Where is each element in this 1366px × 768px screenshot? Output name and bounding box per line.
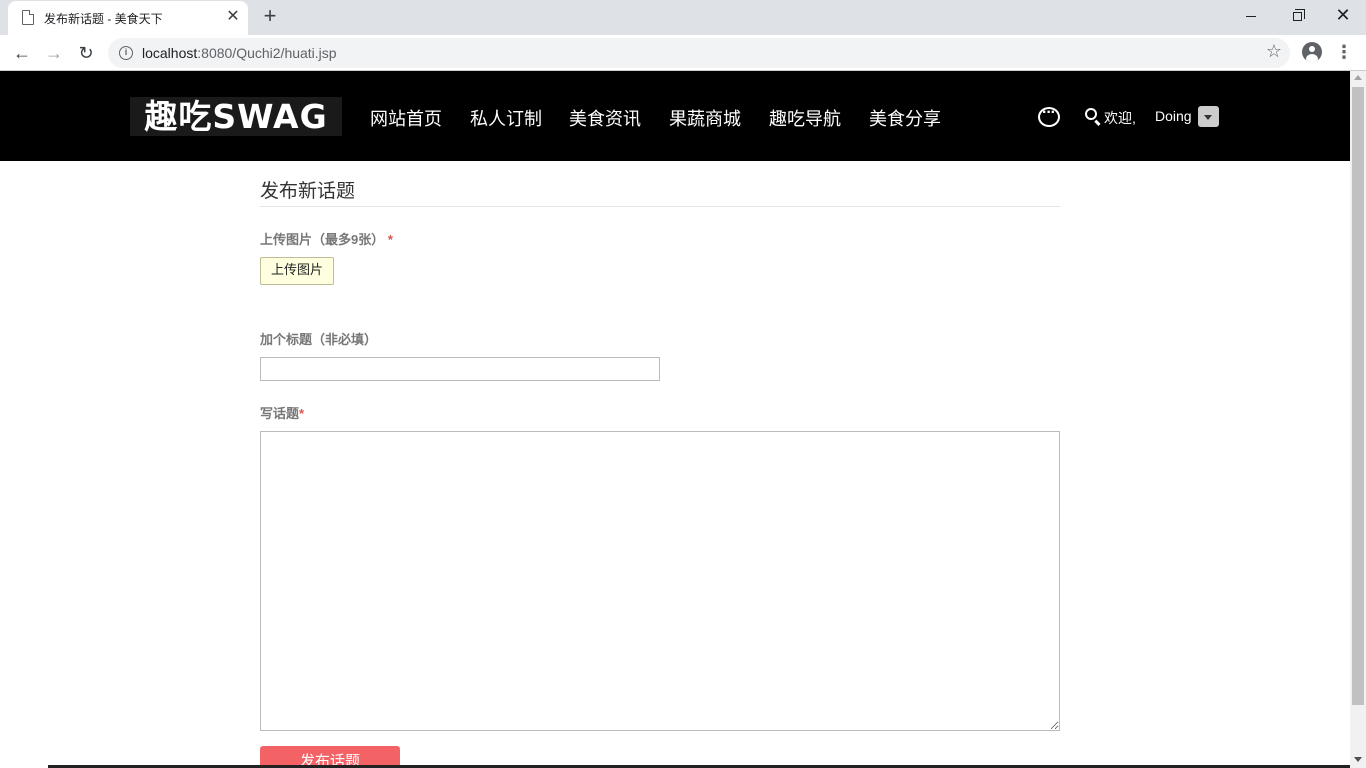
url-host: localhost	[142, 45, 198, 61]
scroll-down-arrow-icon[interactable]	[1354, 757, 1362, 762]
back-arrow-icon[interactable]: ←	[8, 39, 36, 67]
nav-item-share[interactable]: 美食分享	[869, 105, 941, 131]
chat-bubble-icon[interactable]	[1038, 104, 1060, 127]
title-label: 加个标题（非必填）	[260, 332, 378, 347]
title-input[interactable]	[260, 357, 660, 381]
nav-item-news[interactable]: 美食资讯	[569, 105, 641, 131]
site-header: 趣吃SWAG 网站首页 私人订制 美食资讯 果蔬商城 趣吃导航 美食分享 欢迎,…	[0, 71, 1350, 161]
upload-label: 上传图片（最多9张） *	[260, 229, 393, 248]
tab-title: 发布新话题 - 美食天下	[44, 12, 163, 26]
topic-label-text: 写话题	[260, 406, 300, 421]
new-tab-button[interactable]: +	[258, 5, 282, 29]
browser-toolbar: ← → ↻ i localhost:8080/Quchi2/huati.jsp …	[0, 35, 1366, 71]
window-minimize-button[interactable]	[1228, 0, 1274, 30]
minimize-icon	[1246, 15, 1256, 17]
upload-label-text: 上传图片（最多9张）	[260, 232, 385, 247]
upload-image-button[interactable]: 上传图片	[260, 257, 334, 285]
topic-label: 写话题*	[260, 403, 304, 422]
page-viewport: 趣吃SWAG 网站首页 私人订制 美食资讯 果蔬商城 趣吃导航 美食分享 欢迎,…	[0, 71, 1350, 768]
url-text[interactable]: localhost:8080/Quchi2/huati.jsp	[142, 45, 337, 61]
page-title: 发布新话题	[260, 176, 1060, 207]
welcome-text: 欢迎,	[1104, 110, 1136, 126]
required-marker: *	[299, 406, 305, 421]
browser-tab[interactable]: 发布新话题 - 美食天下 ✕	[8, 1, 248, 35]
browser-menu-icon[interactable]: ⋮	[1334, 41, 1354, 65]
page-icon	[22, 10, 34, 25]
site-logo[interactable]: 趣吃SWAG	[130, 97, 342, 136]
topic-textarea[interactable]	[260, 431, 1060, 731]
username[interactable]: Doing	[1155, 108, 1192, 124]
bookmark-star-icon[interactable]: ☆	[1266, 41, 1282, 62]
page-scrollbar[interactable]	[1350, 71, 1366, 768]
nav-item-market[interactable]: 果蔬商城	[669, 105, 741, 131]
tab-close-icon[interactable]: ✕	[223, 7, 243, 27]
nav-item-custom[interactable]: 私人订制	[470, 105, 542, 131]
nav-item-home[interactable]: 网站首页	[370, 105, 442, 131]
forward-arrow-icon[interactable]: →	[40, 39, 68, 67]
search-icon[interactable]	[1085, 108, 1097, 120]
required-marker: *	[387, 232, 393, 247]
profile-icon[interactable]	[1302, 42, 1322, 62]
window-restore-button[interactable]	[1274, 0, 1320, 30]
window-close-button[interactable]: ✕	[1320, 0, 1366, 30]
user-dropdown-caret-icon[interactable]	[1198, 106, 1219, 127]
nav-item-guide[interactable]: 趣吃导航	[769, 105, 841, 131]
reload-icon[interactable]: ↻	[72, 39, 100, 67]
address-bar[interactable]: i localhost:8080/Quchi2/huati.jsp ☆	[108, 38, 1290, 68]
restore-icon	[1292, 8, 1305, 21]
site-info-icon[interactable]: i	[119, 46, 133, 60]
browser-tabstrip: 发布新话题 - 美食天下 ✕ + ✕	[0, 0, 1366, 35]
url-path: :8080/Quchi2/huati.jsp	[197, 45, 337, 61]
scroll-up-arrow-icon[interactable]	[1354, 75, 1362, 80]
scrollbar-thumb[interactable]	[1352, 87, 1364, 705]
